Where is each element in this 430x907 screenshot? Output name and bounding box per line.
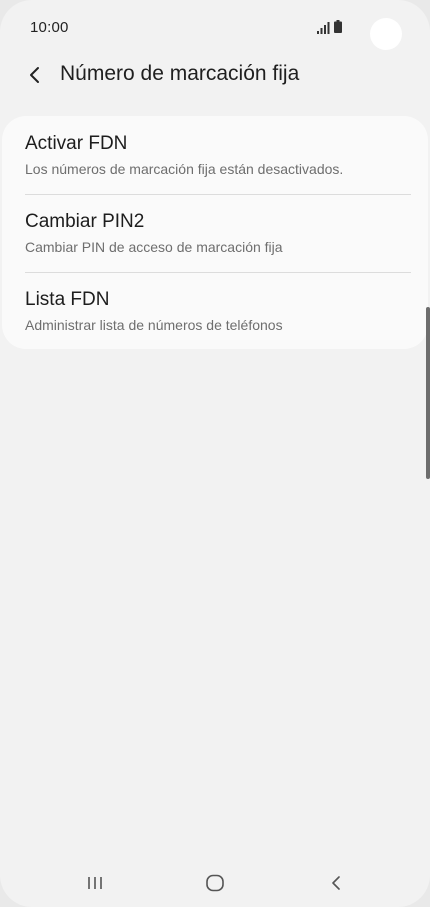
chevron-left-icon: [30, 67, 39, 83]
item-subtitle: Cambiar PIN de acceso de marcación fija: [25, 239, 283, 255]
scrollbar[interactable]: [426, 307, 430, 479]
app-header: Número de marcación fija: [0, 56, 430, 96]
signal-icon: [317, 22, 330, 34]
item-subtitle: Los números de marcación fija están desa…: [25, 161, 344, 177]
recent-apps-button[interactable]: [80, 870, 110, 896]
back-nav-button[interactable]: [321, 870, 351, 896]
item-title: Cambiar PIN2: [25, 211, 145, 232]
item-subtitle: Administrar lista de números de teléfono…: [25, 317, 283, 333]
item-title: Lista FDN: [25, 289, 110, 310]
home-icon: [206, 874, 224, 892]
status-bar: 10:00: [0, 0, 430, 56]
list-item-cambiar-pin2[interactable]: Cambiar PIN2 Cambiar PIN de acceso de ma…: [2, 194, 428, 272]
list-item-lista-fdn[interactable]: Lista FDN Administrar lista de números d…: [2, 272, 428, 350]
page-title: Número de marcación fija: [60, 62, 300, 85]
back-icon: [332, 876, 340, 890]
navigation-bar: [0, 852, 430, 907]
list-item-activar-fdn[interactable]: Activar FDN Los números de marcación fij…: [2, 116, 428, 194]
phone-screen: 10:00 Número de marcación fija Activar F…: [0, 0, 430, 907]
recent-apps-icon: [88, 877, 102, 889]
status-time: 10:00: [30, 19, 69, 36]
settings-card: Activar FDN Los números de marcación fij…: [2, 116, 428, 349]
home-button[interactable]: [200, 870, 230, 896]
back-button[interactable]: [20, 60, 50, 90]
item-title: Activar FDN: [25, 133, 128, 154]
battery-icon: [334, 20, 342, 33]
camera-cutout: [370, 18, 402, 50]
